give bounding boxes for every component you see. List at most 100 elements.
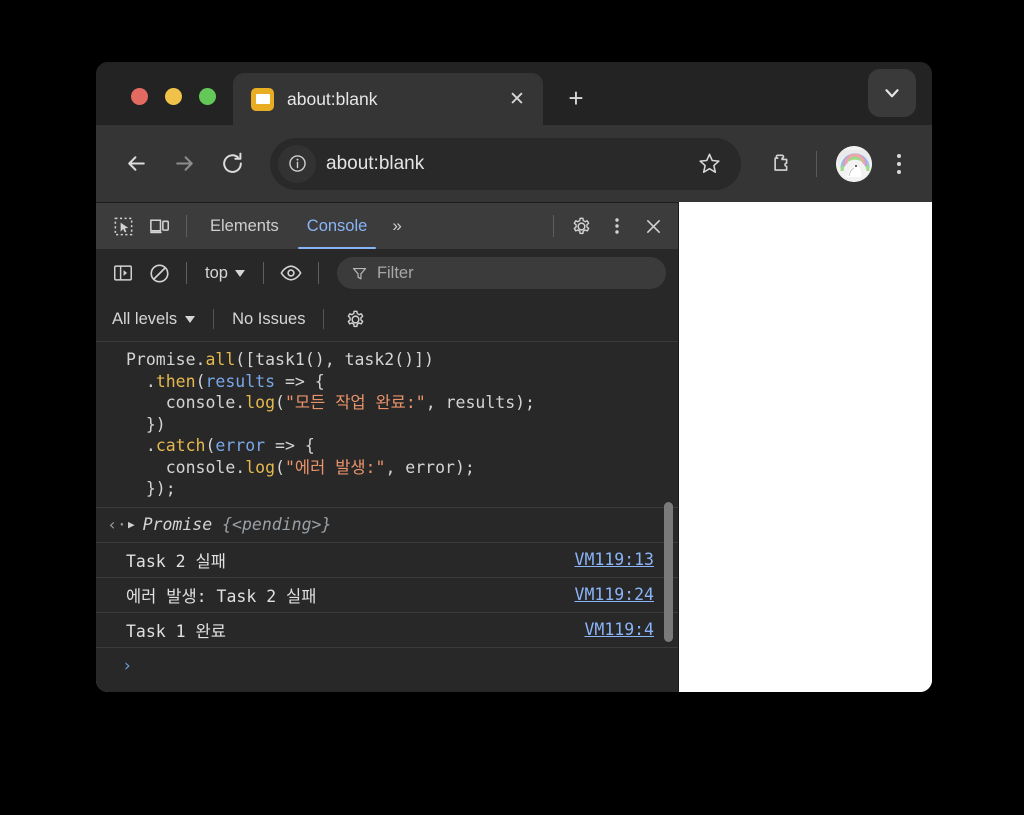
code-line: .catch(error => { xyxy=(126,435,652,457)
no-entry-icon xyxy=(149,263,169,283)
more-tabs-button[interactable]: » xyxy=(382,203,411,249)
avatar-image-icon xyxy=(836,145,872,182)
profile-avatar[interactable] xyxy=(836,145,872,182)
console-filterbar: top Filter xyxy=(96,249,678,297)
back-button[interactable] xyxy=(114,142,158,186)
console-scrollbar[interactable] xyxy=(662,342,675,692)
console-message-source-link[interactable]: VM119:13 xyxy=(575,550,654,569)
device-toolbar-button[interactable] xyxy=(142,209,176,243)
console-message-text: Task 1 완료 xyxy=(126,621,226,641)
address-bar-url: about:blank xyxy=(326,152,425,174)
console-scrollbar-thumb[interactable] xyxy=(664,502,673,642)
browser-tab[interactable]: about:blank ✕ xyxy=(233,73,543,125)
code-token-param: error xyxy=(215,436,266,455)
extensions-button[interactable] xyxy=(759,142,803,186)
console-message-row[interactable]: Task 2 실패 VM119:13 xyxy=(96,541,678,577)
console-output[interactable]: Promise.all([task1(), task2()]) .then(re… xyxy=(96,342,678,692)
code-line: .then(results => { xyxy=(126,371,652,393)
expand-triangle-icon[interactable]: ▶ xyxy=(128,518,135,531)
code-token-method: log xyxy=(245,393,276,412)
traffic-lights xyxy=(96,88,233,125)
console-result-row[interactable]: ‹· ▶ Promise {<pending>} xyxy=(96,506,678,542)
promise-state: {<pending>} xyxy=(222,515,332,534)
close-icon xyxy=(646,219,660,233)
browser-menu-button[interactable] xyxy=(882,144,916,184)
maximize-window-button[interactable] xyxy=(199,88,216,105)
reload-button[interactable] xyxy=(210,142,254,186)
code-line: }) xyxy=(126,414,652,436)
devtools-divider xyxy=(323,309,325,329)
site-info-button[interactable] xyxy=(278,144,316,183)
console-settings-button[interactable] xyxy=(338,302,372,336)
javascript-context-select[interactable]: top xyxy=(197,258,253,288)
code-line: console.log("에러 발생:", error); xyxy=(126,457,652,479)
devtools-divider xyxy=(186,215,187,237)
close-tab-icon[interactable]: ✕ xyxy=(503,85,531,113)
console-message-row[interactable]: Task 1 완료 VM119:4 xyxy=(96,611,678,647)
code-token-plain: }) xyxy=(126,414,166,434)
console-filter-input[interactable]: Filter xyxy=(336,257,666,289)
chevron-down-icon xyxy=(234,269,245,277)
code-token-plain: }); xyxy=(126,479,176,498)
close-window-button[interactable] xyxy=(131,88,148,105)
chevron-down-icon xyxy=(185,315,196,323)
devtools-divider xyxy=(213,309,215,329)
log-level-select[interactable]: All levels xyxy=(108,310,199,329)
code-token-string: "모든 작업 완료:" xyxy=(284,393,426,412)
devtools-settings-button[interactable] xyxy=(564,209,598,243)
console-message-source-link[interactable]: VM119:4 xyxy=(584,620,654,639)
tab-elements[interactable]: Elements xyxy=(197,203,292,249)
arrow-left-icon xyxy=(127,156,145,171)
puzzle-piece-icon xyxy=(774,154,788,171)
return-value-arrow-icon: ‹· xyxy=(107,515,127,534)
kebab-menu-icon xyxy=(615,218,619,234)
console-sidebar-button[interactable] xyxy=(106,256,140,290)
forward-button[interactable] xyxy=(162,142,206,186)
devtools-kebab-button[interactable] xyxy=(600,209,634,243)
code-token-plain: ( xyxy=(275,457,285,477)
code-token-plain: , results); xyxy=(425,393,535,412)
code-token-method: then xyxy=(155,371,196,391)
kebab-dot xyxy=(897,169,901,174)
tab-title: about:blank xyxy=(287,88,378,109)
code-token-plain: console. xyxy=(126,393,246,412)
code-token-plain: Promise. xyxy=(126,350,206,369)
code-line: }); xyxy=(126,478,652,500)
toolbar-divider xyxy=(816,150,817,177)
devtools-panel: Elements Console » top Filter All levels… xyxy=(96,202,678,692)
kebab-dot xyxy=(897,153,901,158)
promise-type: Promise xyxy=(142,515,213,534)
address-bar[interactable]: about:blank xyxy=(270,137,741,190)
bookmark-star-icon[interactable] xyxy=(693,148,725,180)
console-prompt-row[interactable]: › xyxy=(96,646,678,684)
devtools-tabbar: Elements Console » xyxy=(96,203,678,249)
content-row: Elements Console » top Filter All levels… xyxy=(96,202,932,692)
console-message-list: Task 2 실패 VM119:13 에러 발생: Task 2 실패 VM119:2… xyxy=(96,541,678,647)
chevron-down-icon xyxy=(885,89,899,98)
live-expression-button[interactable] xyxy=(274,256,308,290)
tab-search-button[interactable] xyxy=(868,69,916,117)
new-tab-button[interactable]: + xyxy=(555,77,597,119)
context-label: top xyxy=(205,263,228,282)
arrow-right-icon xyxy=(175,156,193,171)
clear-console-button[interactable] xyxy=(142,256,176,290)
code-token-method: catch xyxy=(155,436,206,455)
console-input-code: Promise.all([task1(), task2()]) .then(re… xyxy=(96,348,678,507)
issues-counter[interactable]: No Issues xyxy=(228,310,309,329)
code-line: console.log("모든 작업 완료:", results); xyxy=(126,392,652,414)
console-message-row[interactable]: 에러 발생: Task 2 실패 VM119:24 xyxy=(96,576,678,612)
code-token-method: log xyxy=(245,457,276,477)
page-viewport[interactable] xyxy=(679,202,932,692)
filter-icon xyxy=(352,267,367,279)
star-icon xyxy=(698,153,720,174)
prompt-caret-icon: › xyxy=(122,655,133,676)
tab-console[interactable]: Console xyxy=(294,203,381,249)
minimize-window-button[interactable] xyxy=(165,88,182,105)
kebab-dot xyxy=(897,161,901,166)
close-devtools-button[interactable] xyxy=(636,209,670,243)
info-icon xyxy=(288,155,306,172)
console-message-source-link[interactable]: VM119:24 xyxy=(575,585,654,604)
code-token-param: results xyxy=(205,371,276,391)
code-token-plain: ([task1(), task2()]) xyxy=(235,350,434,369)
inspect-element-button[interactable] xyxy=(106,209,140,243)
